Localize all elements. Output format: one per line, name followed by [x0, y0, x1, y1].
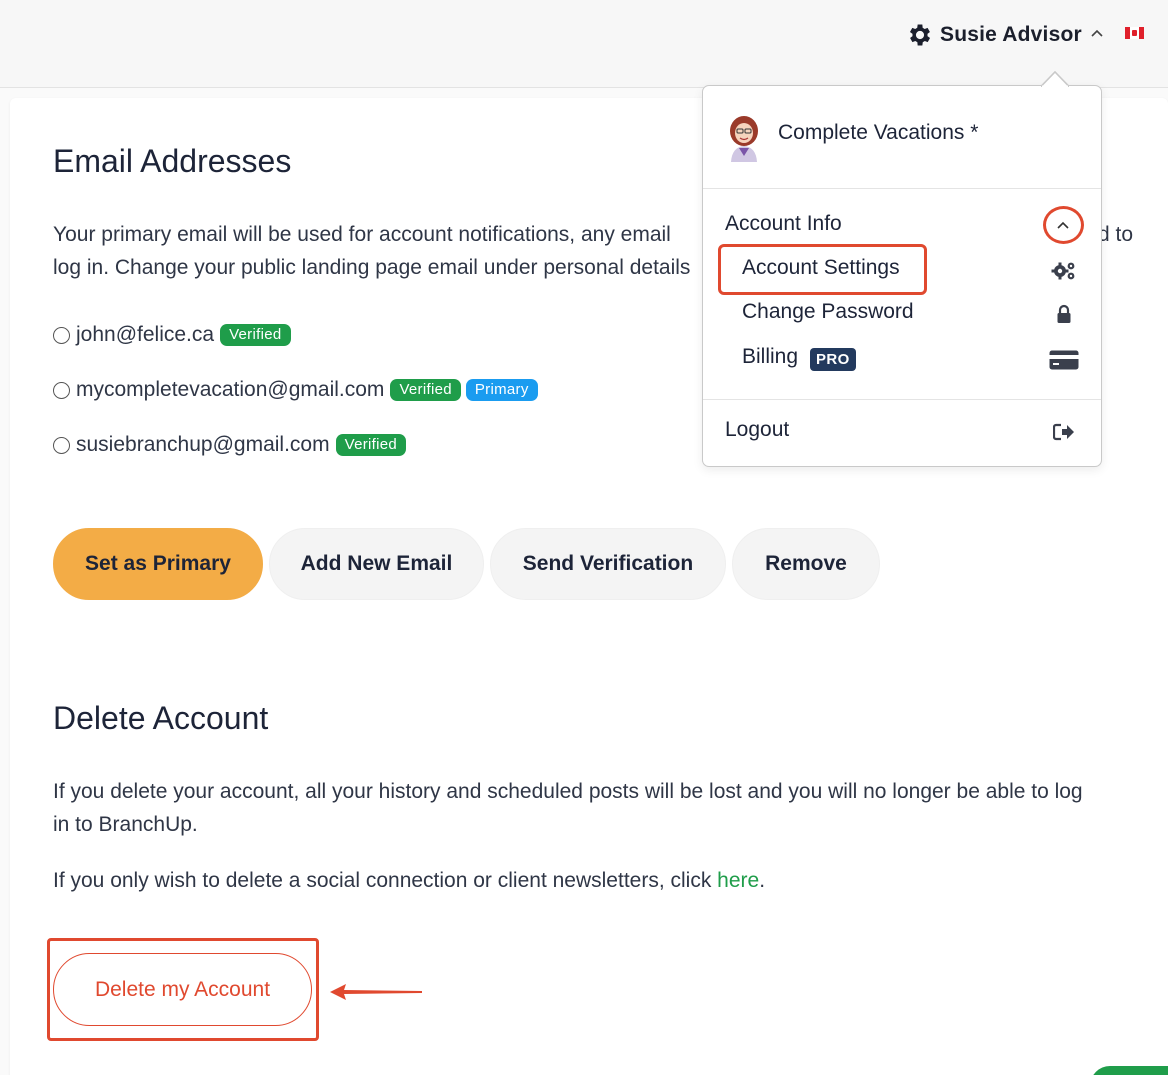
user-menu-toggle[interactable]: Susie Advisor: [906, 20, 1082, 50]
billing-item[interactable]: Billing: [742, 345, 798, 369]
pointer-arrow-icon: [330, 984, 422, 1000]
chevron-highlight: [1043, 206, 1084, 244]
send-verification-button[interactable]: Send Verification: [490, 528, 726, 600]
credit-card-icon: [1049, 350, 1079, 370]
remove-email-button[interactable]: Remove: [732, 528, 880, 600]
email-description-line1: Your primary email will be used for acco…: [53, 223, 671, 246]
email-description-line1-end: d to: [1098, 223, 1134, 246]
delete-warning-line1: If you delete your account, all your his…: [53, 780, 1083, 803]
pro-badge: PRO: [810, 348, 856, 371]
social-delete-note: If you only wish to delete a social conn…: [53, 869, 766, 892]
divider: [703, 188, 1101, 189]
add-new-email-button[interactable]: Add New Email: [269, 528, 484, 600]
verified-badge: Verified: [220, 324, 291, 346]
verified-badge: Verified: [390, 379, 461, 401]
email-option[interactable]: mycompletevacation@gmail.com Verified Pr…: [53, 375, 543, 405]
logout-item[interactable]: Logout: [725, 418, 789, 442]
verified-badge: Verified: [335, 434, 407, 456]
change-password-item[interactable]: Change Password: [742, 300, 914, 324]
divider: [703, 399, 1101, 400]
email-radio[interactable]: [53, 436, 70, 454]
delete-warning-line2: in to BranchUp.: [53, 813, 198, 836]
username-label: Susie Advisor: [940, 23, 1082, 46]
email-address: mycompletevacation@gmail.com: [76, 378, 385, 401]
email-option[interactable]: john@felice.ca Verified: [53, 320, 296, 350]
gear-icon: [909, 24, 931, 46]
avatar: [730, 116, 758, 162]
lock-icon: [1057, 304, 1071, 323]
account-settings-highlight: [718, 244, 927, 295]
chevron-up-icon[interactable]: [1088, 24, 1106, 42]
company-name[interactable]: Complete Vacations *: [778, 121, 978, 145]
email-description-line2: log in. Change your public landing page …: [53, 256, 691, 279]
account-info-label[interactable]: Account Info: [725, 212, 842, 236]
email-radio[interactable]: [53, 381, 70, 399]
email-radio[interactable]: [53, 326, 70, 344]
delete-account-button[interactable]: Delete my Account: [53, 953, 312, 1026]
cogs-icon: [1051, 262, 1075, 280]
email-addresses-heading: Email Addresses: [53, 143, 292, 179]
sign-out-icon: [1053, 423, 1074, 441]
here-link[interactable]: here: [717, 869, 759, 892]
canada-flag-icon[interactable]: [1125, 27, 1144, 39]
delete-account-heading: Delete Account: [53, 700, 269, 736]
email-address: john@felice.ca: [76, 323, 215, 346]
email-option[interactable]: susiebranchup@gmail.com Verified: [53, 430, 411, 460]
chat-widget-button[interactable]: [1090, 1066, 1168, 1075]
primary-badge: Primary: [465, 379, 538, 401]
set-as-primary-button[interactable]: Set as Primary: [53, 528, 263, 600]
email-address: susiebranchup@gmail.com: [76, 433, 330, 456]
